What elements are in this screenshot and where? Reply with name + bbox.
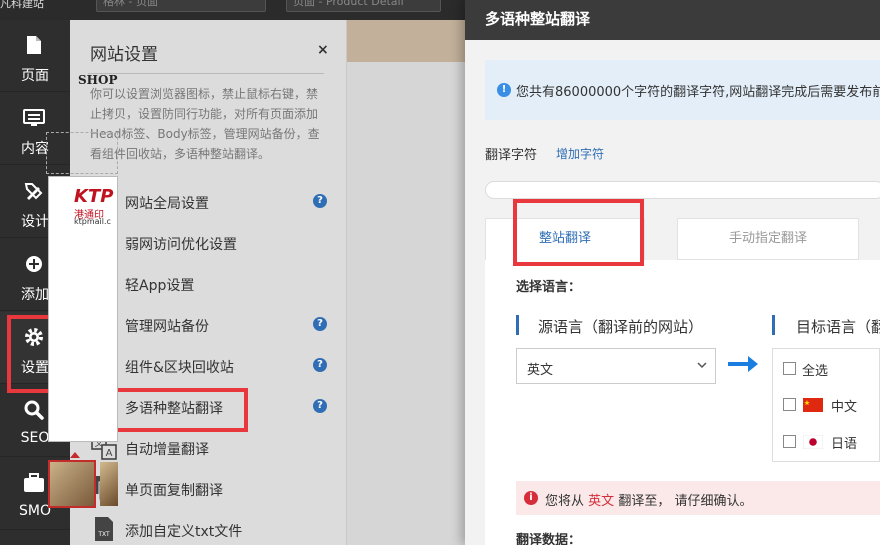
option-label: 全选 (802, 364, 829, 379)
divider (88, 73, 324, 74)
checkbox[interactable] (783, 435, 796, 448)
briefcase-icon (23, 472, 45, 494)
design-icon (23, 180, 45, 202)
thumb-indicator (70, 452, 80, 458)
section-marker (772, 315, 775, 335)
select-language-label: 选择语言： (516, 280, 582, 295)
tab-highlight (513, 199, 644, 266)
target-language-heading: 目标语言（翻 (796, 318, 880, 336)
target-language-list: 全选 中文 日语 (772, 348, 880, 462)
arrow-right-icon (728, 354, 758, 374)
checkbox[interactable] (783, 398, 796, 411)
menu-item-custom-txt[interactable]: TXT 添加自定义txt文件 (90, 509, 330, 545)
page-icon (23, 34, 45, 56)
close-icon[interactable]: × (317, 42, 329, 58)
page-selector[interactable]: 页面 - Product Detail (286, 0, 441, 12)
chars-label: 翻译字符 (485, 148, 538, 163)
chars-progress-bar (485, 181, 880, 199)
menu-item-global-settings[interactable]: 网站全局设置 ? (90, 181, 330, 222)
info-icon: ! (497, 83, 511, 97)
panel-title: 网站设置 (90, 45, 158, 65)
preview-thumbnail[interactable] (48, 460, 96, 508)
dialog-title: 多语种整站翻译 (485, 10, 591, 28)
help-icon[interactable]: ? (313, 399, 327, 413)
info-banner: ! 您共有86000000个字符的翻译字符,网站翻译完成后需要发布前 (485, 60, 880, 120)
preview-banner (347, 20, 465, 62)
preview-logo: KTP (74, 186, 114, 207)
help-icon[interactable]: ? (313, 358, 327, 372)
warning-prefix: 您将从 (545, 494, 585, 509)
menu-item-label: 弱网访问优化设置 (125, 237, 237, 253)
warning-language: 英文 (588, 494, 615, 509)
source-language-value: 英文 (527, 363, 554, 378)
help-icon[interactable]: ? (313, 194, 327, 208)
warning-suffix: 翻译至， 请仔细确认。 (618, 494, 753, 509)
menu-item-page-copy[interactable]: 单页面复制翻译 (90, 468, 330, 509)
section-marker (516, 315, 519, 335)
menu-item-label: 轻App设置 (125, 278, 195, 294)
preview-placeholder (46, 132, 118, 174)
panel-description: 你可以设置浏览器图标，禁止鼠标右键，禁止拷贝，设置防同行功能，对所有页面添加He… (90, 87, 320, 161)
menu-item-light-app[interactable]: APP 轻App设置 (90, 263, 330, 304)
add-chars-link[interactable]: 增加字符 (556, 145, 604, 162)
jp-flag-icon (802, 434, 824, 450)
svg-text:A: A (106, 448, 113, 459)
preview-shop-text: SHOP (78, 73, 118, 87)
menu-item-backup[interactable]: 管理网站备份 ? (90, 304, 330, 345)
tab-manual[interactable]: 手动指定翻译 (677, 218, 859, 260)
txt-icon: TXT (90, 515, 118, 543)
site-selector[interactable]: 格林 - 页面 (96, 0, 266, 12)
preview-thumbnail[interactable] (100, 462, 118, 506)
menu-item-label: 单页面复制翻译 (125, 483, 223, 499)
svg-text:TXT: TXT (97, 531, 110, 538)
warning-banner: i 您将从 英文 翻译至， 请仔细确认。 (516, 481, 880, 515)
page-preview (347, 20, 465, 545)
menu-item-auto-incremental[interactable]: 文A 自动增量翻译 (90, 427, 330, 468)
preview-mail: ktpmail.c (74, 217, 111, 226)
brand-logo[interactable]: 凡科建站 (0, 0, 70, 20)
checkbox[interactable] (783, 362, 796, 375)
source-language-select[interactable]: 英文 (516, 348, 716, 384)
help-icon[interactable]: ? (313, 317, 327, 331)
warning-icon: i (524, 491, 538, 505)
menu-item-label: 组件&区块回收站 (125, 360, 234, 376)
menu-item-recycle-bin[interactable]: 组件&区块回收站 ? (90, 345, 330, 386)
option-label: 日语 (831, 437, 858, 452)
preview-body (347, 62, 465, 545)
source-language-heading: 源语言（翻译前的网站） (538, 318, 704, 336)
translation-dialog: 多语种整站翻译 ! 您共有86000000个字符的翻译字符,网站翻译完成后需要发… (465, 0, 880, 545)
menu-item-weak-network[interactable]: 弱网访问优化设置 (90, 222, 330, 263)
translation-data-label: 翻译数据： (516, 533, 582, 545)
rail-item-page[interactable]: 页面 (0, 20, 70, 92)
dialog-header: 多语种整站翻译 (465, 0, 880, 40)
warning-text: 您将从 英文 翻译至， 请仔细确认。 (545, 490, 752, 509)
menu-item-label: 网站全局设置 (125, 196, 209, 212)
menu-item-label: 自动增量翻译 (125, 442, 209, 458)
option-label: 中文 (831, 400, 858, 415)
content-icon (23, 107, 45, 129)
menu-item-label: 添加自定义txt文件 (125, 524, 243, 540)
cn-flag-icon (803, 398, 823, 412)
search-icon (23, 399, 45, 421)
info-text: 您共有86000000个字符的翻译字符,网站翻译完成后需要发布前 (516, 85, 880, 100)
menu-item-label: 管理网站备份 (125, 319, 209, 335)
add-icon (23, 253, 45, 275)
rail-label: 页面 (21, 68, 49, 84)
chevron-down-icon (697, 359, 707, 372)
